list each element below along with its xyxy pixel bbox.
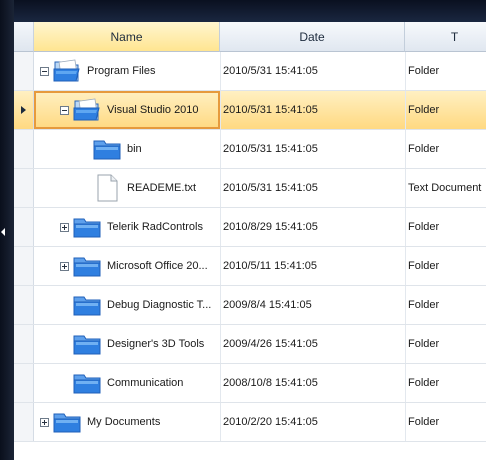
name-cell[interactable]: Debug Diagnostic T... — [107, 299, 211, 311]
date-cell[interactable]: 2010/5/11 15:41:05 — [223, 247, 401, 285]
row-indicator[interactable] — [14, 403, 34, 441]
row-indicator[interactable] — [14, 52, 34, 90]
name-cell[interactable]: Program Files — [87, 65, 155, 77]
type-cell[interactable]: Text Document — [408, 169, 486, 207]
column-separator — [220, 247, 221, 285]
current-row-arrow-icon — [21, 106, 26, 114]
table-row[interactable]: Communication 2008/10/8 15:41:05 Folder — [14, 364, 486, 403]
column-separator — [405, 208, 406, 246]
folder-open-icon — [52, 57, 82, 88]
name-cell[interactable]: My Documents — [87, 416, 160, 428]
column-header-label: Name — [110, 29, 143, 44]
folder-icon — [72, 254, 102, 283]
table-row[interactable]: bin 2010/5/31 15:41:05 Folder — [14, 130, 486, 169]
column-separator — [405, 130, 406, 168]
row-indicator-header — [14, 22, 34, 52]
table-row[interactable]: Designer's 3D Tools 2009/4/26 15:41:05 Fol… — [14, 325, 486, 364]
date-cell[interactable]: 2010/5/31 15:41:05 — [223, 130, 401, 168]
type-cell[interactable]: Folder — [408, 52, 486, 90]
column-separator — [220, 130, 221, 168]
folder-icon — [92, 137, 122, 166]
type-cell[interactable]: Folder — [408, 247, 486, 285]
tree-list-view[interactable]: Name Date T Program Files 2010/5/31 15:41… — [14, 22, 486, 460]
row-indicator[interactable] — [14, 91, 34, 129]
date-cell[interactable]: 2010/5/31 15:41:05 — [223, 91, 401, 129]
table-row[interactable]: Debug Diagnostic T... 2009/8/4 15:41:05 Fo… — [14, 286, 486, 325]
type-cell[interactable]: Folder — [408, 208, 486, 246]
name-cell[interactable]: Communication — [107, 377, 183, 389]
column-header-label: Date — [299, 29, 325, 44]
column-separator — [220, 208, 221, 246]
column-separator — [405, 364, 406, 402]
column-separator — [220, 52, 221, 90]
column-separator — [405, 286, 406, 324]
date-cell[interactable]: 2009/8/4 15:41:05 — [223, 286, 401, 324]
column-header-label: T — [450, 29, 459, 44]
name-cell[interactable]: Visual Studio 2010 — [107, 104, 199, 116]
column-separator — [220, 169, 221, 207]
folder-icon — [52, 410, 82, 439]
column-header-name[interactable]: Name — [34, 22, 220, 52]
column-header-row: Name Date T — [14, 22, 486, 52]
name-cell[interactable]: READEME.txt — [127, 182, 196, 194]
row-indicator[interactable] — [14, 130, 34, 168]
date-cell[interactable]: 2008/10/8 15:41:05 — [223, 364, 401, 402]
row-indicator[interactable] — [14, 286, 34, 324]
column-separator — [220, 364, 221, 402]
column-separator — [405, 247, 406, 285]
document-icon — [96, 174, 118, 207]
table-row[interactable]: Program Files 2010/5/31 15:41:05 Folder — [14, 52, 486, 91]
folder-icon — [72, 332, 102, 361]
name-cell[interactable]: Microsoft Office 20... — [107, 260, 208, 272]
name-cell[interactable]: bin — [127, 143, 142, 155]
type-cell[interactable]: Folder — [408, 130, 486, 168]
column-separator — [405, 52, 406, 90]
expand-icon[interactable] — [60, 262, 69, 271]
type-cell[interactable]: Folder — [408, 286, 486, 324]
name-cell[interactable]: Designer's 3D Tools — [107, 338, 204, 350]
column-separator — [220, 91, 221, 129]
name-cell[interactable]: Telerik RadControls — [107, 221, 203, 233]
table-row[interactable]: Visual Studio 2010 2010/5/31 15:41:05 Fold… — [14, 91, 486, 130]
type-cell[interactable]: Folder — [408, 91, 486, 129]
type-cell[interactable]: Folder — [408, 403, 486, 441]
column-header-date[interactable]: Date — [220, 22, 405, 52]
collapse-arrow-icon[interactable] — [1, 228, 5, 236]
window-left-frame — [0, 0, 14, 460]
column-separator — [405, 403, 406, 441]
collapse-icon[interactable] — [60, 106, 69, 115]
row-indicator[interactable] — [14, 247, 34, 285]
expand-icon[interactable] — [60, 223, 69, 232]
table-row[interactable]: My Documents 2010/2/20 15:41:05 Folder — [14, 403, 486, 442]
column-separator — [220, 403, 221, 441]
folder-icon — [72, 215, 102, 244]
row-indicator[interactable] — [14, 169, 34, 207]
date-cell[interactable]: 2010/8/29 15:41:05 — [223, 208, 401, 246]
window-top-frame — [0, 0, 486, 22]
column-header-type[interactable]: T — [405, 22, 486, 52]
type-cell[interactable]: Folder — [408, 325, 486, 363]
row-indicator[interactable] — [14, 325, 34, 363]
date-cell[interactable]: 2010/2/20 15:41:05 — [223, 403, 401, 441]
column-separator — [220, 286, 221, 324]
column-separator — [405, 169, 406, 207]
folder-open-icon — [72, 96, 102, 127]
column-separator — [405, 91, 406, 129]
row-indicator[interactable] — [14, 208, 34, 246]
folder-icon — [72, 293, 102, 322]
expand-icon[interactable] — [40, 418, 49, 427]
date-cell[interactable]: 2009/4/26 15:41:05 — [223, 325, 401, 363]
column-separator — [220, 325, 221, 363]
folder-icon — [72, 371, 102, 400]
table-row[interactable]: Telerik RadControls 2010/8/29 15:41:05 Fol… — [14, 208, 486, 247]
column-separator — [405, 325, 406, 363]
date-cell[interactable]: 2010/5/31 15:41:05 — [223, 169, 401, 207]
date-cell[interactable]: 2010/5/31 15:41:05 — [223, 52, 401, 90]
table-row[interactable]: Microsoft Office 20... 2010/5/11 15:41:05… — [14, 247, 486, 286]
table-row[interactable]: READEME.txt 2010/5/31 15:41:05 Text Docume… — [14, 169, 486, 208]
row-indicator[interactable] — [14, 364, 34, 402]
collapse-icon[interactable] — [40, 67, 49, 76]
type-cell[interactable]: Folder — [408, 364, 486, 402]
